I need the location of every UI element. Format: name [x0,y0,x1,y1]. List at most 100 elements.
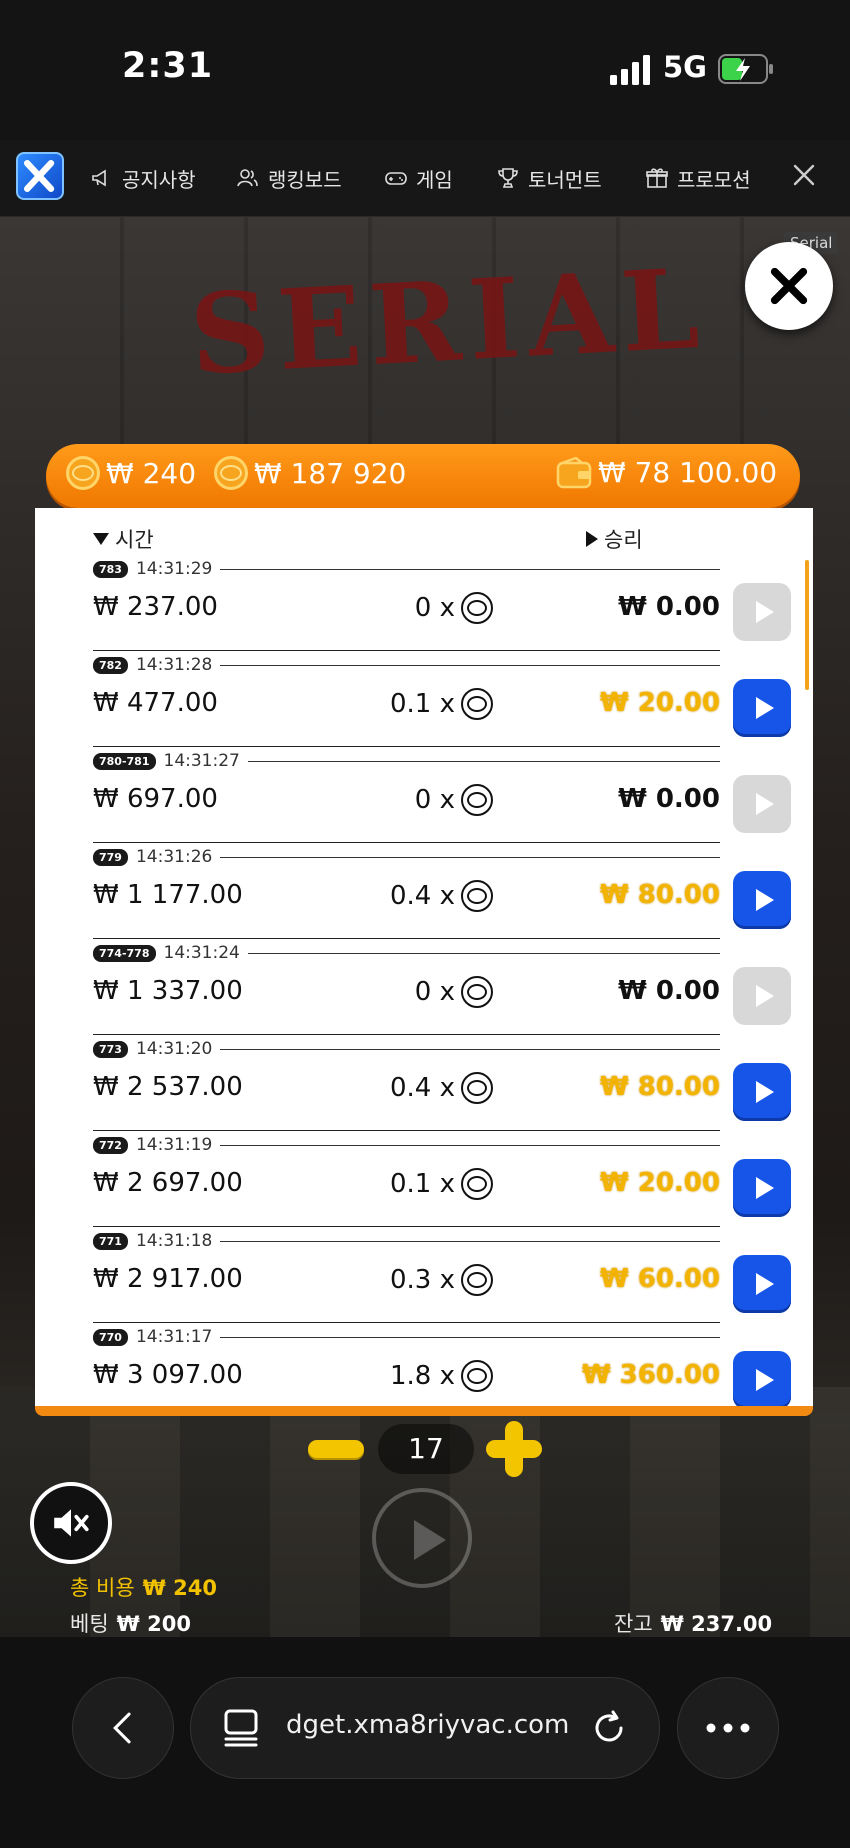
row-meta: 773 14:31:20 [93,1038,720,1060]
gamepad-icon [385,172,407,185]
total-cost-info: 총 비용 ₩ 240 [70,1572,217,1602]
replay-button[interactable] [733,967,791,1025]
row-meta: 772 14:31:19 [93,1134,720,1156]
url-text: dget.xma8riyvac.com [286,1710,570,1740]
nav-leaderboard[interactable]: 랭킹보드 [236,158,342,198]
round-win: ₩ 360.00 [581,1360,720,1390]
reload-icon[interactable] [591,1710,627,1746]
nav-notices[interactable]: 공지사항 [90,158,196,198]
tabs-icon [224,1709,258,1747]
bet-value: ₩ 200 [116,1612,191,1636]
row-meta: 771 14:31:18 [93,1230,720,1252]
round-id-badge: 773 [93,1040,128,1058]
bet-count-value: 17 [378,1424,474,1474]
bet-info: 베팅 ₩ 200 [70,1608,191,1638]
round-balance: ₩ 2 697.00 [93,1168,243,1198]
round-id-badge: 774-778 [93,944,156,962]
round-win: ₩ 80.00 [600,880,720,910]
trophy-icon [498,168,518,188]
total-amount-value: ₩ 187 920 [254,456,407,490]
clock: 2:31 [122,46,214,86]
row-meta: 783 14:31:29 [93,558,720,580]
divider [247,952,720,954]
users-icon [237,169,258,187]
status-bar: 2:31 5G [0,0,850,140]
more-button[interactable] [677,1677,779,1779]
divider [93,1226,720,1227]
chevron-left-icon [113,1712,131,1744]
round-time: 14:31:20 [135,1039,213,1059]
nav-games-label: 게임 [416,167,453,192]
round-balance: ₩ 1 337.00 [93,976,243,1006]
replay-button[interactable] [733,775,791,833]
round-win: ₩ 0.00 [618,976,720,1006]
round-win: ₩ 0.00 [618,592,720,622]
game-close-button[interactable] [745,242,833,330]
win-column-label: 승리 [604,528,643,552]
round-id-badge: 771 [93,1232,128,1250]
round-id-badge: 782 [93,656,128,674]
history-row: 774-778 14:31:24 ₩ 1 337.00 0 x ₩ 0.00 [93,942,791,1038]
wallet-icon [556,456,592,488]
round-id-badge: 783 [93,560,128,578]
round-balance: ₩ 2 537.00 [93,1072,243,1102]
site-logo[interactable] [16,152,64,200]
replay-button[interactable] [733,1351,791,1406]
bet-cost-value: ₩ 240 [106,456,197,490]
round-time: 14:31:17 [135,1327,213,1347]
round-win: ₩ 80.00 [600,1072,720,1102]
nav-promotions[interactable]: 프로모션 [645,158,751,198]
coin-icon [214,456,248,490]
mute-button[interactable] [30,1482,112,1564]
history-row: 770 14:31:17 ₩ 3 097.00 1.8 x ₩ 360.00 [93,1326,791,1406]
divider [220,1240,720,1242]
total-amount: ₩ 187 920 [214,456,406,490]
replay-button[interactable] [733,679,791,737]
time-column-label: 시간 [115,528,154,552]
close-icon[interactable] [791,162,817,188]
balance-bar: ₩ 240 ₩ 187 920 ₩ 78 100.00 [46,444,800,508]
round-win: ₩ 20.00 [600,688,720,718]
nav-promotions-label: 프로모션 [677,167,751,192]
round-time: 14:31:29 [135,559,213,579]
decrease-button[interactable] [308,1440,364,1458]
gift-icon [646,168,668,188]
round-id-badge: 770 [93,1328,128,1346]
bet-label: 베팅 [70,1612,109,1636]
nav-games[interactable]: 게임 [384,158,453,198]
divider [93,842,720,843]
divider [93,650,720,651]
balance-info: 잔고 ₩ 237.00 [614,1608,772,1638]
spin-play-button[interactable] [372,1488,472,1588]
bet-history-panel[interactable]: 시간 승리 783 14:31:29 ₩ 237.00 0 x ₩ 0.00 782 14:… [35,508,813,1416]
replay-button[interactable] [733,1255,791,1313]
round-time: 14:31:24 [163,943,240,963]
divider [247,760,720,762]
replay-button[interactable] [733,1159,791,1217]
history-row: 780-781 14:31:27 ₩ 697.00 0 x ₩ 0.00 [93,750,791,846]
increase-button-vertical[interactable] [505,1421,523,1477]
round-id-badge: 779 [93,848,128,866]
replay-button[interactable] [733,1063,791,1121]
caret-right-icon [586,531,598,547]
replay-button[interactable] [733,871,791,929]
divider [220,664,720,666]
divider [220,1336,720,1338]
round-balance: ₩ 1 177.00 [93,880,243,910]
nav-tournament[interactable]: 토너먼트 [496,158,602,198]
address-bar[interactable]: dget.xma8riyvac.com [190,1677,660,1779]
history-row: 772 14:31:19 ₩ 2 697.00 0.1 x ₩ 20.00 [93,1134,791,1230]
row-meta: 779 14:31:26 [93,846,720,868]
browser-toolbar: dget.xma8riyvac.com [0,1637,850,1848]
total-cost-label: 총 비용 [70,1576,135,1600]
sort-time-header[interactable]: 시간 [93,524,154,554]
round-win: ₩ 60.00 [600,1264,720,1294]
total-cost-value: ₩ 240 [142,1576,217,1600]
megaphone-icon [92,169,106,187]
balance-label: 잔고 [614,1612,653,1636]
round-time: 14:31:18 [135,1231,213,1251]
back-button[interactable] [72,1677,174,1779]
replay-button[interactable] [733,583,791,641]
scrollbar[interactable] [805,560,809,690]
win-column-header[interactable]: 승리 [586,524,643,554]
